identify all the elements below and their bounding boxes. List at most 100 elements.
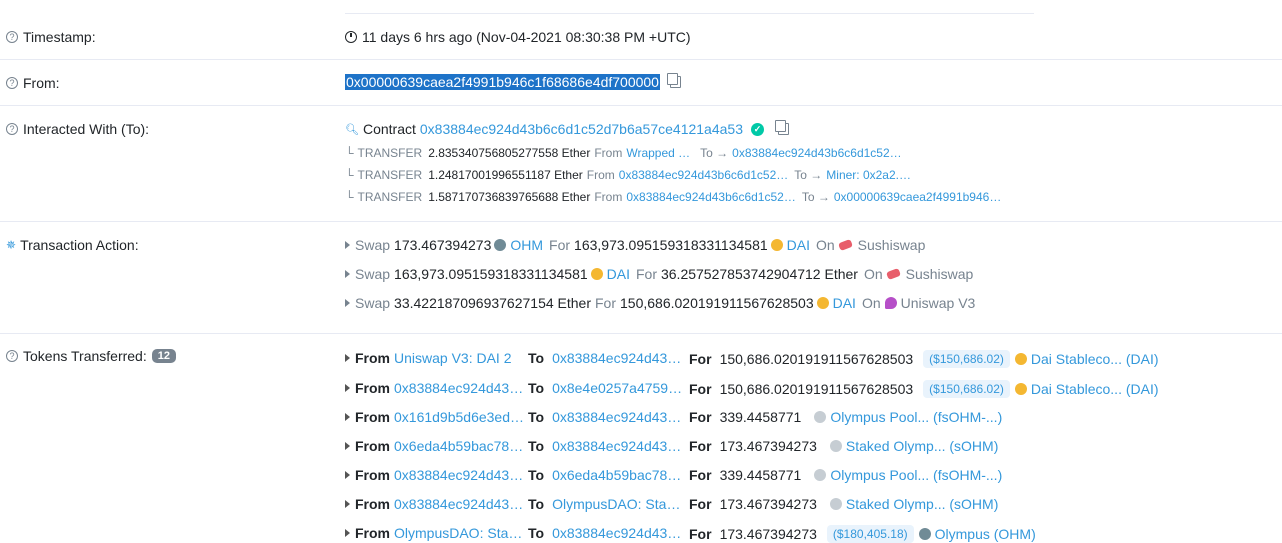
swap-amount-in: 163,973.095159318331134581 <box>394 266 588 282</box>
to-label: To <box>528 525 545 541</box>
tree-branch-icon: └ <box>345 190 354 204</box>
copy-icon[interactable] <box>774 120 789 135</box>
transfer-from-link[interactable]: Wrapped … <box>626 146 690 160</box>
swap-token-out-link[interactable]: DAI <box>787 237 810 253</box>
from-label: From <box>355 438 390 454</box>
transfer-from-link[interactable]: 0x83884ec924d43b6c6d1c52… <box>626 190 795 204</box>
ohm-token-icon <box>918 528 931 540</box>
from-label: From <box>355 467 390 483</box>
for-label: For <box>689 438 712 454</box>
swap-for: For <box>635 266 657 282</box>
token-name-link[interactable]: Olympus Pool... (fsOHM-...) <box>830 467 1002 483</box>
swap-amount-out: 36.257527853742904712 Ether <box>660 266 858 282</box>
token-name-link[interactable]: Staked Olymp... (sOHM) <box>846 496 998 512</box>
for-label: For <box>689 409 712 425</box>
from-label: From <box>355 409 390 425</box>
transfer-to-label: To → <box>801 190 830 204</box>
swap-token-in-link[interactable]: OHM <box>510 237 543 253</box>
magnifier-icon[interactable]: 🔍︎ <box>345 123 359 136</box>
token-to-link[interactable]: 0x83884ec924d43… <box>552 525 681 541</box>
token-from-link[interactable]: OlympusDAO: Sta… <box>394 525 522 541</box>
swap-token-out-link[interactable]: DAI <box>833 295 856 311</box>
usd-value-badge: ($150,686.02) <box>923 350 1010 368</box>
tree-branch-icon: └ <box>345 168 354 182</box>
help-icon[interactable]: ? <box>6 350 18 362</box>
token-name-link[interactable]: Staked Olymp... (sOHM) <box>846 438 998 454</box>
sushiswap-icon <box>885 268 901 280</box>
from-label-row: ? From: <box>6 75 60 91</box>
caret-right-icon[interactable] <box>345 529 350 537</box>
transfer-amount: 1.587170736839765688 Ether <box>428 190 591 204</box>
caret-right-icon[interactable] <box>345 471 350 479</box>
table-row: From 0x83884ec924d43… <box>345 467 523 483</box>
caret-right-icon <box>345 241 350 249</box>
dai-token-icon <box>816 297 829 309</box>
caret-right-icon[interactable] <box>345 384 350 392</box>
token-to-link[interactable]: 0x8e4e0257a4759… <box>552 380 682 396</box>
table-cell-amount: For 173.467394273 Staked Olymp... (sOHM) <box>689 438 998 454</box>
transfer-to-label: To → <box>794 168 823 182</box>
swap-on: On <box>815 237 835 253</box>
tokens-label: Tokens Transferred: <box>23 348 147 364</box>
token-to-link[interactable]: 0x6eda4b59bac78… <box>552 467 681 483</box>
from-address-link[interactable]: 0x00000639caea2f4991b946c1f68686e4df7000… <box>345 74 660 90</box>
token-to-link[interactable]: 0x83884ec924d43… <box>552 438 681 454</box>
token-name-link[interactable]: Dai Stableco... (DAI) <box>1031 381 1159 397</box>
caret-right-icon[interactable] <box>345 500 350 508</box>
caret-right-icon[interactable] <box>345 354 350 362</box>
from-label: From: <box>23 75 60 91</box>
token-from-link[interactable]: 0x83884ec924d43… <box>394 467 523 483</box>
help-icon[interactable]: ? <box>6 77 18 89</box>
token-from-link[interactable]: 0x83884ec924d43… <box>394 380 523 396</box>
table-cell-amount: For 150,686.020191911567628503 ($150,686.0… <box>689 380 1159 398</box>
internal-transfer-row: └ TRANSFER 2.835340756805277558 Ether Fr… <box>345 146 902 160</box>
swap-token-in-link[interactable]: DAI <box>607 266 630 282</box>
contract-address-link[interactable]: 0x83884ec924d43b6c6d1c52d7b6a57ce4121a4a… <box>420 121 743 137</box>
from-value-row: 0x00000639caea2f4991b946c1f68686e4df7000… <box>345 73 681 90</box>
transfer-to-link[interactable]: 0x00000639caea2f4991b946… <box>834 190 1001 204</box>
table-cell-amount: For 150,686.020191911567628503 ($150,686.0… <box>689 350 1159 368</box>
token-name-link[interactable]: Dai Stableco... (DAI) <box>1031 351 1159 367</box>
from-label: From <box>355 380 390 396</box>
transfer-from-label: From <box>594 146 623 160</box>
token-amount: 173.467394273 <box>719 438 817 454</box>
action-label-row: ✵ Transaction Action: <box>6 237 139 253</box>
transfer-to-link[interactable]: Miner: 0x2a2.… <box>826 168 911 182</box>
caret-right-icon[interactable] <box>345 442 350 450</box>
transfer-to-link[interactable]: 0x83884ec924d43b6c6d1c52… <box>732 146 901 160</box>
dai-token-icon <box>770 239 783 251</box>
table-cell-to: To 0x83884ec924d43… <box>528 438 681 454</box>
swap-verb: Swap <box>355 266 391 282</box>
token-to-link[interactable]: OlympusDAO: Sta… <box>552 496 680 512</box>
token-name-link[interactable]: Olympus Pool... (fsOHM-...) <box>830 409 1002 425</box>
divider <box>0 333 1282 334</box>
token-to-link[interactable]: 0x83884ec924d43… <box>552 409 681 425</box>
swap-row: Swap 33.422187096937627154 Ether For 150… <box>345 295 975 311</box>
to-label: To <box>528 467 545 483</box>
copy-icon[interactable] <box>666 73 681 88</box>
swap-amount-out: 150,686.020191911567628503 <box>620 295 814 311</box>
token-from-link[interactable]: 0x83884ec924d43… <box>394 496 523 512</box>
ohm-token-icon <box>494 239 507 251</box>
table-row: From 0x6eda4b59bac78… <box>345 438 523 454</box>
from-label: From <box>355 350 390 366</box>
table-row: From 0x83884ec924d43… <box>345 380 523 396</box>
help-icon[interactable]: ? <box>6 31 18 43</box>
swap-dex: Sushiswap <box>905 266 974 282</box>
swap-amount-in: 33.422187096937627154 Ether <box>394 295 591 311</box>
caret-right-icon[interactable] <box>345 413 350 421</box>
token-from-link[interactable]: 0x161d9b5d6e3ed… <box>394 409 524 425</box>
swap-for: For <box>549 237 571 253</box>
token-name-link[interactable]: Olympus (OHM) <box>935 526 1036 542</box>
transfer-amount: 1.24817001996551187 Ether <box>428 168 583 182</box>
token-icon <box>829 498 842 510</box>
transfer-from-link[interactable]: 0x83884ec924d43b6c6d1c52… <box>619 168 788 182</box>
help-icon[interactable]: ? <box>6 123 18 135</box>
token-to-link[interactable]: 0x83884ec924d43… <box>552 350 681 366</box>
token-from-link[interactable]: 0x6eda4b59bac78… <box>394 438 523 454</box>
tree-branch-icon: └ <box>345 146 354 160</box>
transfer-type: TRANSFER <box>357 168 423 182</box>
contract-prefix: Contract <box>362 121 416 137</box>
transfer-type: TRANSFER <box>357 190 423 204</box>
token-from-link[interactable]: Uniswap V3: DAI 2 <box>394 350 512 366</box>
